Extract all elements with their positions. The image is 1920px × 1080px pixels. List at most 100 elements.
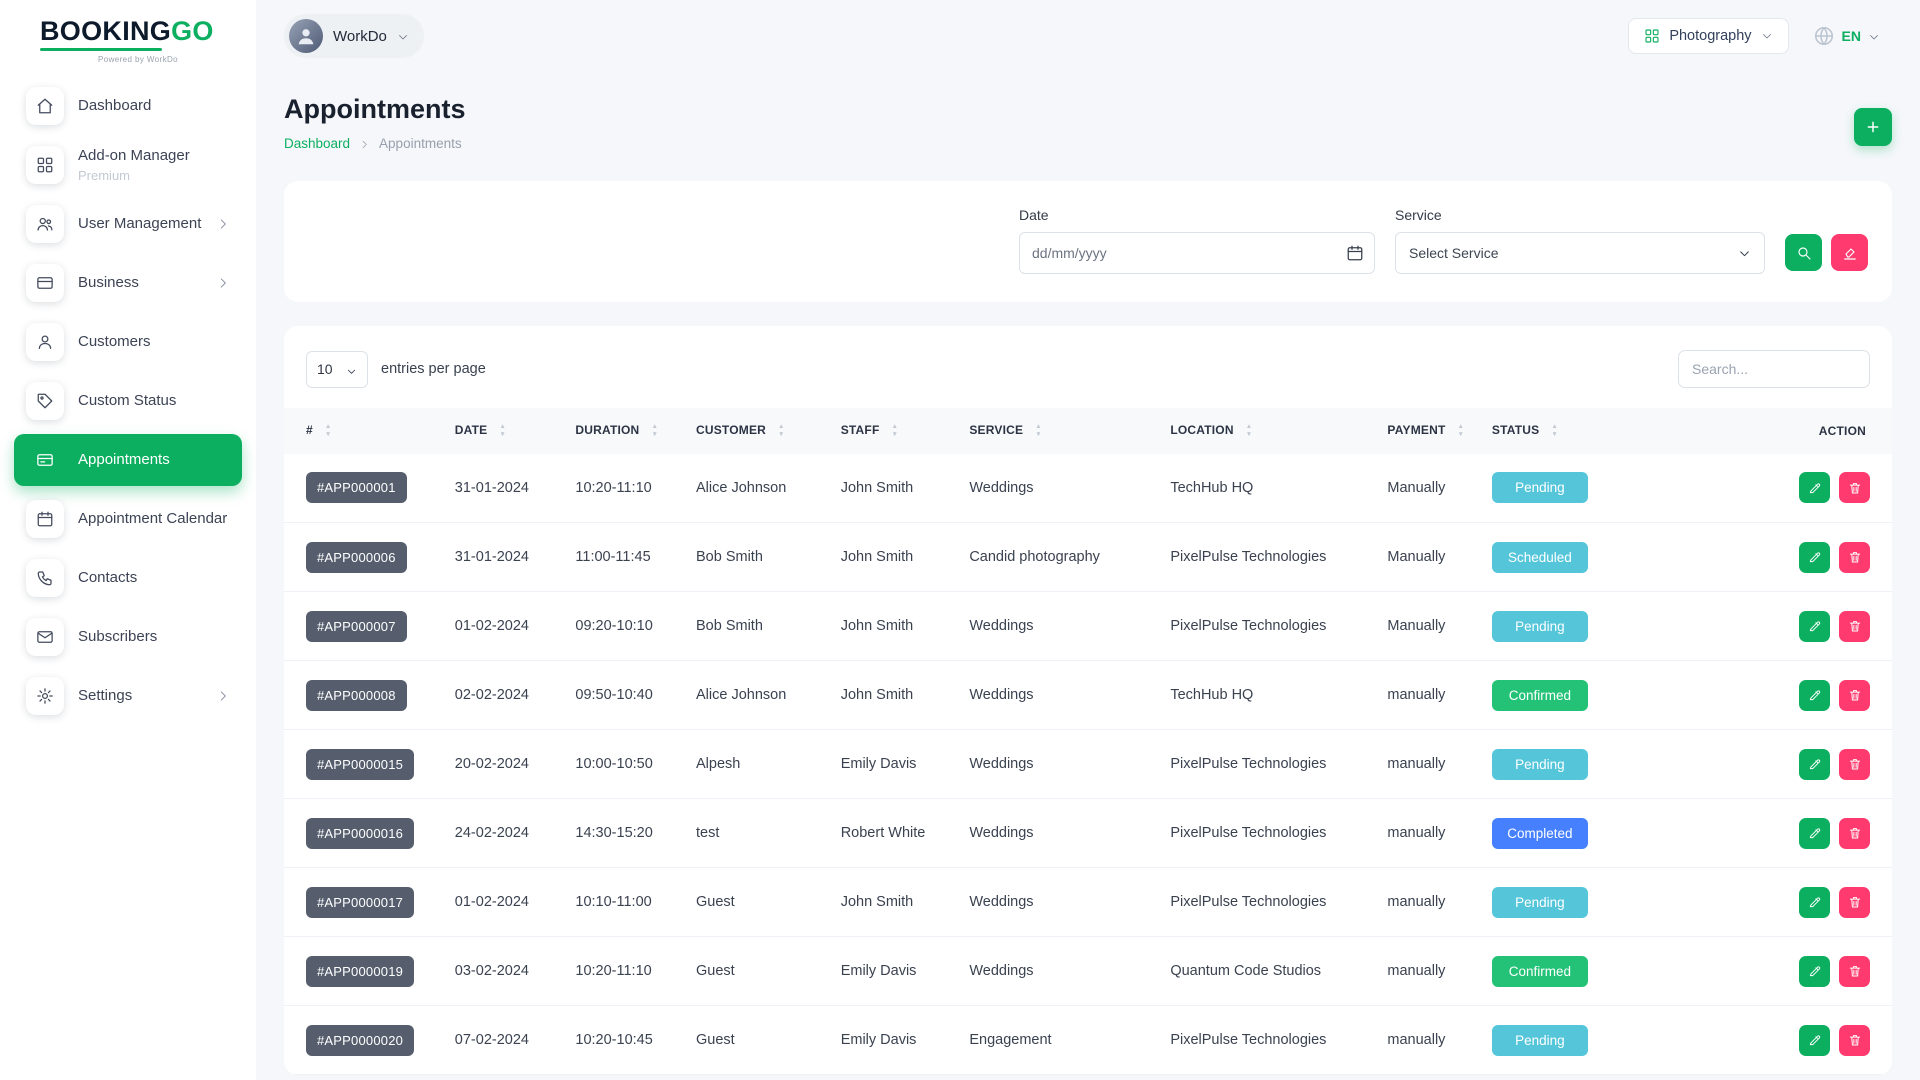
cell-service: Weddings	[959, 661, 1160, 730]
delete-button[interactable]	[1839, 956, 1870, 987]
chevron-right-icon	[216, 689, 230, 703]
status-badge: Confirmed	[1492, 680, 1588, 711]
edit-button[interactable]	[1799, 818, 1830, 849]
delete-button[interactable]	[1839, 611, 1870, 642]
sidebar-item-label: Custom Status	[78, 392, 176, 410]
sidebar-item-user-management[interactable]: User Management	[14, 198, 242, 250]
cell-date: 01-02-2024	[445, 592, 566, 661]
cell-service: Weddings	[959, 730, 1160, 799]
delete-button[interactable]	[1839, 680, 1870, 711]
calendar-icon[interactable]	[1346, 244, 1364, 262]
status-badge: Pending	[1492, 749, 1588, 780]
column-header-customer[interactable]: CUSTOMER▲▼	[686, 408, 831, 454]
cell-staff: John Smith	[831, 661, 960, 730]
column-header-status[interactable]: STATUS▲▼	[1482, 408, 1643, 454]
table-row: #APP000001903-02-202410:20-11:10GuestEmi…	[284, 937, 1892, 1006]
edit-button[interactable]	[1799, 611, 1830, 642]
table-row: #APP00000802-02-202409:50-10:40Alice Joh…	[284, 661, 1892, 730]
sidebar-item-label: Add-on ManagerPremium	[78, 147, 190, 184]
add-appointment-button[interactable]	[1854, 108, 1892, 146]
module-switcher-button[interactable]: Photography	[1628, 18, 1788, 54]
breadcrumb-dashboard-link[interactable]: Dashboard	[284, 136, 350, 151]
edit-button[interactable]	[1799, 1025, 1830, 1056]
cell-location: TechHub HQ	[1160, 454, 1377, 523]
edit-button[interactable]	[1799, 472, 1830, 503]
sidebar-item-label: Business	[78, 274, 139, 292]
edit-button[interactable]	[1799, 887, 1830, 918]
column-header-staff[interactable]: STAFF▲▼	[831, 408, 960, 454]
grid-icon	[1644, 28, 1660, 44]
table-search-input[interactable]	[1678, 350, 1870, 388]
cell-payment: manually	[1377, 799, 1482, 868]
service-select[interactable]: Select Service	[1395, 232, 1765, 274]
delete-button[interactable]	[1839, 887, 1870, 918]
edit-button[interactable]	[1799, 956, 1830, 987]
filter-reset-button[interactable]	[1831, 234, 1868, 271]
column-header-label: PAYMENT	[1387, 423, 1445, 437]
gear-icon	[26, 677, 64, 715]
sidebar-item-customers[interactable]: Customers	[14, 316, 242, 368]
edit-button[interactable]	[1799, 680, 1830, 711]
column-header-label: LOCATION	[1170, 423, 1233, 437]
module-switcher-label: Photography	[1669, 28, 1751, 44]
sidebar-item-label: Subscribers	[78, 628, 157, 646]
column-header-payment[interactable]: PAYMENT▲▼	[1377, 408, 1482, 454]
cell-service: Weddings	[959, 454, 1160, 523]
bookcard-icon	[26, 441, 64, 479]
column-header-duration[interactable]: DURATION▲▼	[565, 408, 686, 454]
cell-staff: John Smith	[831, 592, 960, 661]
sidebar-item-appointments[interactable]: Appointments	[14, 434, 242, 486]
logo[interactable]: BOOKINGGO Powered by WorkDo	[0, 0, 256, 64]
sidebar-item-appointment-calendar[interactable]: Appointment Calendar	[14, 493, 242, 545]
language-code: EN	[1842, 28, 1861, 44]
chevron-right-icon	[359, 138, 370, 149]
cell-payment: manually	[1377, 1006, 1482, 1075]
sidebar-item-label: Appointment Calendar	[78, 510, 227, 528]
cell-service: Weddings	[959, 868, 1160, 937]
cell-payment: Manually	[1377, 523, 1482, 592]
sidebar-item-subscribers[interactable]: Subscribers	[14, 611, 242, 663]
cell-duration: 09:50-10:40	[565, 661, 686, 730]
table-row: #APP00000631-01-202411:00-11:45Bob Smith…	[284, 523, 1892, 592]
sidebar-item-business[interactable]: Business	[14, 257, 242, 309]
table-row: #APP00000701-02-202409:20-10:10Bob Smith…	[284, 592, 1892, 661]
sidebar-item-settings[interactable]: Settings	[14, 670, 242, 722]
entries-per-page-select[interactable]: 10	[306, 351, 368, 388]
column-header-label: DURATION	[575, 423, 639, 437]
cell-location: TechHub HQ	[1160, 661, 1377, 730]
delete-button[interactable]	[1839, 818, 1870, 849]
language-selector[interactable]: EN	[1813, 25, 1880, 47]
sidebar-item-add-on-manager[interactable]: Add-on ManagerPremium	[14, 139, 242, 191]
filter-search-button[interactable]	[1785, 234, 1822, 271]
entries-per-page-value: 10	[317, 361, 333, 377]
cell-service: Candid photography	[959, 523, 1160, 592]
sidebar-item-label: Contacts	[78, 569, 137, 587]
column-header-service[interactable]: SERVICE▲▼	[959, 408, 1160, 454]
sidebar-item-contacts[interactable]: Contacts	[14, 552, 242, 604]
delete-button[interactable]	[1839, 472, 1870, 503]
column-header-date[interactable]: DATE▲▼	[445, 408, 566, 454]
appointments-table: #▲▼DATE▲▼DURATION▲▼CUSTOMER▲▼STAFF▲▼SERV…	[284, 408, 1892, 1075]
status-badge: Scheduled	[1492, 542, 1588, 573]
cell-location: PixelPulse Technologies	[1160, 592, 1377, 661]
delete-button[interactable]	[1839, 749, 1870, 780]
service-filter-group: Service Select Service	[1395, 207, 1765, 274]
date-input[interactable]	[1019, 232, 1375, 274]
column-header-location[interactable]: LOCATION▲▼	[1160, 408, 1377, 454]
edit-button[interactable]	[1799, 749, 1830, 780]
cell-date: 07-02-2024	[445, 1006, 566, 1075]
edit-button[interactable]	[1799, 542, 1830, 573]
delete-button[interactable]	[1839, 542, 1870, 573]
cell-customer: Guest	[686, 937, 831, 1006]
cell-customer: Alice Johnson	[686, 454, 831, 523]
delete-button[interactable]	[1839, 1025, 1870, 1056]
table-row: #APP000001520-02-202410:00-10:50AlpeshEm…	[284, 730, 1892, 799]
status-badge: Completed	[1492, 818, 1588, 849]
column-header-id[interactable]: #▲▼	[284, 408, 445, 454]
sort-arrows-icon: ▲▼	[778, 423, 785, 439]
table-row: #APP000001624-02-202414:30-15:20testRobe…	[284, 799, 1892, 868]
sidebar-item-custom-status[interactable]: Custom Status	[14, 375, 242, 427]
workspace-selector[interactable]: WorkDo	[284, 14, 424, 58]
sidebar-item-dashboard[interactable]: Dashboard	[14, 80, 242, 132]
appointment-id-badge: #APP0000020	[306, 1025, 414, 1056]
